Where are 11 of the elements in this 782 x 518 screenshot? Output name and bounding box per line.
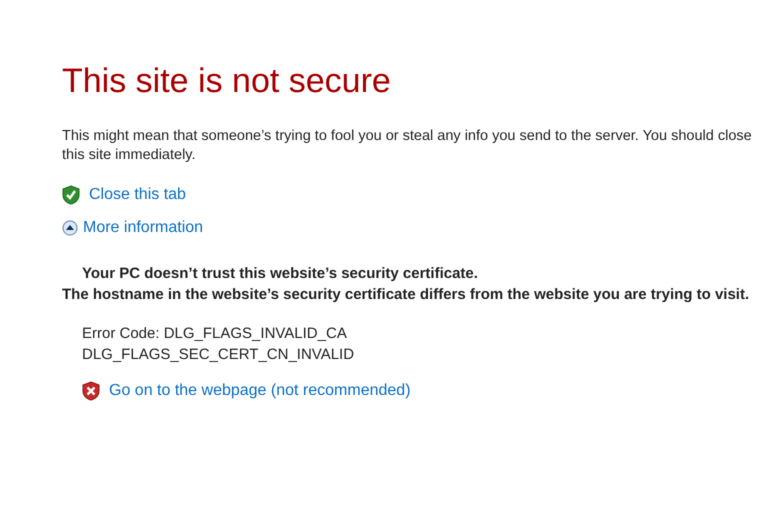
shield-x-icon: [82, 381, 100, 401]
certificate-heading: Your PC doesn’t trust this website’s security certificate.: [81, 264, 479, 284]
more-information-link[interactable]: More information: [83, 219, 204, 237]
error-code-text: Error Code: DLG_FLAGS_INVALID_CA: [82, 324, 348, 344]
proceed-link[interactable]: Go on to the webpage (not recommended): [109, 382, 411, 400]
error-code-text: DLG_FLAGS_SEC_CERT_CN_INVALID: [82, 345, 356, 365]
page-title: This site is not secure: [62, 62, 392, 101]
shield-check-icon: [62, 185, 80, 205]
warning-message: This might mean that someone’s trying to fool you or steal any info you send to the server. You should close this site immediately.: [62, 127, 752, 165]
certificate-explanation: The hostname in the website’s security certificate differs from the website you are trying to visit.: [62, 285, 750, 305]
close-tab-link[interactable]: Close this tab: [89, 186, 186, 204]
